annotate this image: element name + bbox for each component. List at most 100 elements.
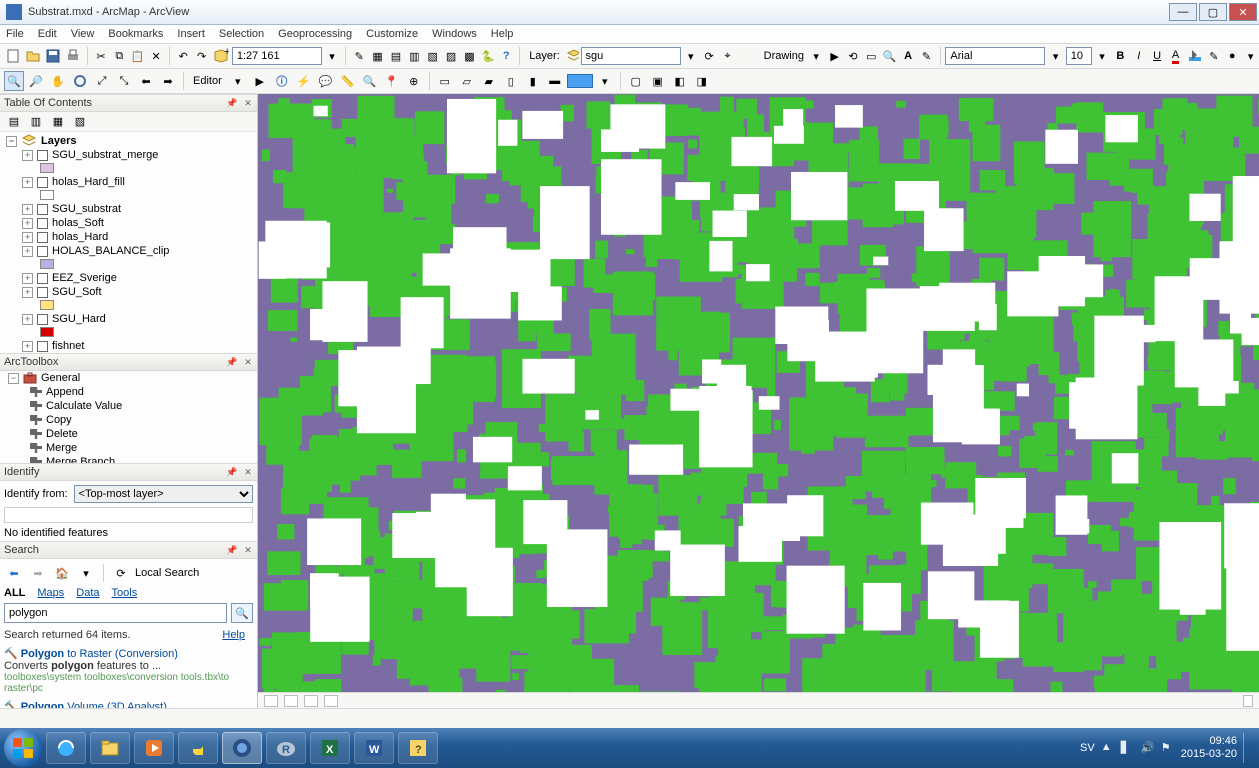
pause-button[interactable] [324, 695, 338, 707]
close-icon[interactable]: ✕ [241, 466, 255, 478]
list-by-visibility-icon[interactable]: ▦ [48, 112, 68, 132]
layer-symbol-swatch[interactable] [40, 163, 54, 173]
pin-icon[interactable]: 📌 [225, 466, 239, 478]
delete-button[interactable]: ✕ [148, 46, 164, 66]
list-by-drawing-order-icon[interactable]: ▤ [4, 112, 24, 132]
fill-color-button[interactable] [1186, 46, 1204, 66]
find-button[interactable]: 🔍 [360, 71, 380, 91]
tray-clock[interactable]: 09:46 2015-03-20 [1181, 735, 1237, 761]
toolbar-icon[interactable]: ◨ [692, 71, 712, 91]
rotate-button[interactable]: ⟲ [845, 46, 861, 66]
pin-icon[interactable]: 📌 [225, 544, 239, 556]
search-help-link[interactable]: Help [222, 629, 245, 641]
map-view[interactable] [258, 94, 1259, 708]
expand-icon[interactable]: + [22, 218, 33, 229]
html-popup-button[interactable]: 💬 [316, 71, 336, 91]
expand-icon[interactable]: + [22, 341, 33, 352]
redo-button[interactable]: ↷ [193, 46, 209, 66]
toolbar-icon[interactable]: ▱ [457, 71, 477, 91]
toolbar-icon[interactable]: ▥ [406, 46, 422, 66]
layer-row[interactable]: +holas_Soft [4, 216, 253, 230]
tool-item[interactable]: Copy [0, 413, 257, 427]
menu-insert[interactable]: Insert [177, 28, 205, 40]
toolbar-icon[interactable]: ▬ [545, 71, 565, 91]
task-python[interactable] [178, 732, 218, 764]
list-by-selection-icon[interactable]: ▧ [70, 112, 90, 132]
menu-bookmarks[interactable]: Bookmarks [108, 28, 163, 40]
back-extent-button[interactable]: ⬅ [136, 71, 156, 91]
toolbar-icon[interactable]: ▾ [1242, 46, 1258, 66]
close-button[interactable]: ✕ [1229, 3, 1257, 21]
resize-grip[interactable] [1243, 695, 1253, 707]
visibility-checkbox[interactable] [37, 204, 48, 215]
show-desktop-button[interactable] [1243, 733, 1251, 763]
find-route-button[interactable]: 📍 [382, 71, 402, 91]
toolbar-icon[interactable]: ▩ [461, 46, 477, 66]
add-data-button[interactable]: + [212, 46, 230, 66]
toolbar-icon[interactable]: ⌖ [719, 46, 735, 66]
search-button[interactable]: 🔍 [231, 603, 253, 623]
new-button[interactable] [4, 46, 22, 66]
expand-icon[interactable]: + [22, 177, 33, 188]
select-button[interactable]: ▶ [250, 71, 270, 91]
data-view-button[interactable] [264, 695, 278, 707]
close-icon[interactable]: ✕ [241, 544, 255, 556]
visibility-checkbox[interactable] [37, 232, 48, 243]
visibility-checkbox[interactable] [37, 314, 48, 325]
layer-symbol-swatch[interactable] [40, 259, 54, 269]
select-element-button[interactable]: ▶ [826, 46, 842, 66]
visibility-checkbox[interactable] [37, 273, 48, 284]
fontsize-dropdown[interactable]: ▾ [1094, 46, 1110, 66]
toolbar-icon[interactable]: ▤ [388, 46, 404, 66]
toolbar-icon[interactable]: ▢ [626, 71, 646, 91]
italic-button[interactable]: I [1131, 46, 1147, 66]
font-color-button[interactable]: A [1167, 46, 1183, 66]
tray-sound-icon[interactable]: 🔊 [1141, 741, 1155, 755]
search-result[interactable]: 🔨 Polygon Volume (3D Analyst) [4, 700, 253, 708]
tool-item[interactable]: Append [0, 385, 257, 399]
marker-color-button[interactable]: ● [1224, 46, 1240, 66]
start-button[interactable] [4, 729, 42, 767]
task-word[interactable]: W [354, 732, 394, 764]
search-input[interactable] [4, 603, 227, 623]
expand-icon[interactable]: + [22, 273, 33, 284]
layer-row[interactable]: +SGU_Soft [4, 285, 253, 299]
cut-button[interactable]: ✂ [93, 46, 109, 66]
zoom-in-button[interactable]: 🔍 [4, 71, 24, 91]
expand-icon[interactable]: + [22, 232, 33, 243]
home-button[interactable]: 🏠 [52, 563, 72, 583]
line-color-button[interactable]: ✎ [1206, 46, 1222, 66]
maximize-button[interactable]: ▢ [1199, 3, 1227, 21]
tool-item[interactable]: Merge [0, 441, 257, 455]
toolbox-group[interactable]: General [41, 372, 80, 384]
tray-network-icon[interactable]: ▋ [1121, 741, 1135, 755]
layer-row[interactable]: +SGU_substrat [4, 202, 253, 216]
layer-row[interactable]: +holas_Hard [4, 230, 253, 244]
tool-item[interactable]: Calculate Value [0, 399, 257, 413]
editor-label[interactable]: Editor [193, 75, 222, 87]
tray-flag-icon[interactable]: ▲ [1101, 741, 1115, 755]
zoom-tool[interactable]: 🔍 [882, 46, 898, 66]
visibility-checkbox[interactable] [37, 177, 48, 188]
hyper-button[interactable]: ⚡ [294, 71, 314, 91]
layer-combo[interactable] [581, 47, 681, 65]
minimize-button[interactable]: — [1169, 3, 1197, 21]
fixed-zoom-in-button[interactable]: ⤢ [92, 71, 112, 91]
search-result[interactable]: 🔨 Polygon to Raster (Conversion) Convert… [4, 647, 253, 694]
scope-dropdown[interactable]: ▾ [76, 563, 96, 583]
editor-toolbar-icon[interactable]: ✎ [351, 46, 367, 66]
cat-data[interactable]: Data [76, 587, 99, 599]
toolbar-icon[interactable]: ▨ [443, 46, 459, 66]
close-icon[interactable]: ✕ [241, 356, 255, 368]
task-media[interactable] [134, 732, 174, 764]
layers-root[interactable]: Layers [41, 135, 76, 147]
menu-selection[interactable]: Selection [219, 28, 264, 40]
visibility-checkbox[interactable] [37, 287, 48, 298]
visibility-checkbox[interactable] [37, 246, 48, 257]
cat-tools[interactable]: Tools [112, 587, 138, 599]
toolbar-icon[interactable]: ▣ [648, 71, 668, 91]
collapse-icon[interactable]: − [6, 136, 17, 147]
index-button[interactable]: ⟳ [111, 563, 131, 583]
toolbar-icon[interactable]: ▰ [479, 71, 499, 91]
layer-symbol-swatch[interactable] [40, 300, 54, 310]
